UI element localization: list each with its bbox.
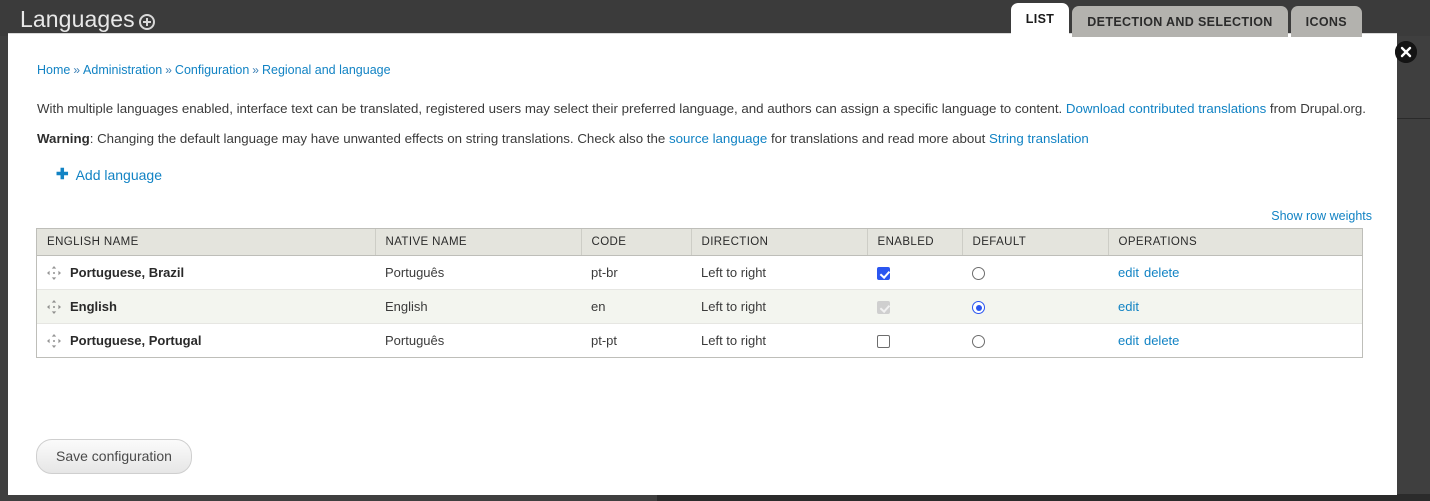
bottom-background-strip: [657, 494, 1430, 501]
cell-default: [962, 255, 1108, 291]
close-circle-icon: [1395, 41, 1417, 63]
drag-handle-icon[interactable]: [47, 299, 61, 314]
cell-native-name: Português: [385, 333, 445, 349]
cell-operations: edit delete: [1108, 324, 1362, 358]
breadcrumb-item-home[interactable]: Home: [37, 63, 70, 77]
tab-detection-and-selection[interactable]: DETECTION AND SELECTION: [1072, 6, 1288, 37]
languages-table: ENGLISH NAME NATIVE NAME CODE DIRECTION …: [37, 229, 1362, 358]
breadcrumb-separator: »: [165, 63, 172, 77]
breadcrumb-item-regional-and-language[interactable]: Regional and language: [262, 63, 391, 77]
column-header-enabled: ENABLED: [867, 229, 963, 256]
column-header-english-name: ENGLISH NAME: [37, 229, 376, 256]
plus-circle-icon[interactable]: [139, 14, 155, 30]
cell-direction: Left to right: [691, 289, 867, 325]
primary-tabs: LIST DETECTION AND SELECTION ICONS: [1010, 3, 1362, 37]
source-language-link[interactable]: source language: [669, 131, 767, 146]
breadcrumb-item-configuration[interactable]: Configuration: [175, 63, 249, 77]
cell-operations: edit delete: [1108, 255, 1362, 291]
table-row: Portuguese, Brazil Português pt-br Left …: [37, 255, 1362, 291]
cell-english-name: Portuguese, Brazil: [37, 255, 375, 291]
enabled-checkbox[interactable]: [877, 267, 890, 281]
column-header-native-name: NATIVE NAME: [375, 229, 582, 256]
cell-direction: Left to right: [701, 333, 767, 349]
language-name: Portuguese, Portugal: [70, 333, 202, 349]
breadcrumb: Home» Administration» Configuration» Region…: [37, 63, 391, 77]
table-header-row: ENGLISH NAME NATIVE NAME CODE DIRECTION …: [37, 229, 1362, 256]
edit-link[interactable]: edit: [1118, 299, 1139, 314]
cell-english-name: Portuguese, Portugal: [37, 324, 375, 358]
cell-operations: edit: [1108, 289, 1362, 325]
tab-icons[interactable]: ICONS: [1290, 6, 1362, 37]
breadcrumb-separator: »: [73, 63, 81, 77]
default-radio[interactable]: [972, 301, 985, 315]
edit-link[interactable]: edit: [1118, 265, 1139, 280]
languages-table-body: Portuguese, Brazil Português pt-br Left …: [37, 255, 1362, 358]
save-configuration-button[interactable]: Save configuration: [36, 439, 192, 474]
close-overlay-button[interactable]: [1395, 41, 1417, 63]
breadcrumb-separator: »: [252, 63, 259, 77]
intro-text-after: from Drupal.org.: [1266, 101, 1366, 116]
delete-link[interactable]: delete: [1144, 333, 1179, 348]
languages-table-container: ENGLISH NAME NATIVE NAME CODE DIRECTION …: [36, 228, 1363, 359]
show-row-weights-link[interactable]: Show row weights: [1271, 209, 1372, 223]
warning-paragraph: Warning: Changing the default language m…: [37, 130, 1089, 148]
warning-text-2: for translations and read more about: [767, 131, 990, 146]
table-row: English English en Left to right edit: [37, 289, 1362, 325]
breadcrumb-item-administration[interactable]: Administration: [83, 63, 162, 77]
tab-list[interactable]: LIST: [1010, 3, 1070, 37]
drag-handle-icon[interactable]: [47, 333, 61, 348]
page-title: Languages: [20, 6, 135, 32]
download-translations-link[interactable]: Download contributed translations: [1066, 101, 1266, 116]
cell-english-name: English: [37, 289, 375, 325]
table-row: Portuguese, Portugal Português pt-pt Lef…: [37, 323, 1362, 358]
column-header-code: CODE: [581, 229, 692, 256]
enabled-checkbox: [877, 301, 890, 315]
overlay-panel: Home» Administration» Configuration» Region…: [8, 33, 1397, 495]
cell-native-name: English: [375, 289, 581, 325]
column-header-default: DEFAULT: [962, 229, 1109, 256]
right-background-panel: [1397, 36, 1430, 501]
warning-text-1: : Changing the default language may have…: [89, 131, 669, 146]
drag-handle-icon[interactable]: [47, 265, 61, 280]
edit-link[interactable]: edit: [1118, 333, 1139, 348]
cell-direction: Left to right: [691, 255, 867, 291]
string-translation-link[interactable]: String translation: [989, 131, 1089, 146]
language-name: English: [70, 299, 117, 315]
cell-default: [962, 324, 1108, 358]
column-header-operations: OPERATIONS: [1108, 229, 1362, 256]
cell-default: [962, 289, 1108, 325]
right-panel-divider: [1397, 118, 1430, 119]
cell-code: pt-br: [581, 255, 691, 291]
enabled-checkbox[interactable]: [877, 335, 890, 349]
cell-native-name: Português: [375, 255, 581, 291]
plus-icon: ✚: [56, 165, 69, 183]
add-language-label: Add language: [75, 167, 162, 183]
warning-label: Warning: [37, 131, 90, 146]
add-language-link[interactable]: ✚ Add language: [56, 165, 162, 184]
default-radio[interactable]: [972, 335, 985, 349]
cell-enabled: [867, 255, 962, 291]
default-radio[interactable]: [972, 267, 985, 281]
language-name: Portuguese, Brazil: [70, 265, 185, 281]
delete-link[interactable]: delete: [1144, 265, 1179, 280]
cell-enabled: [867, 289, 962, 325]
column-header-direction: DIRECTION: [691, 229, 868, 256]
intro-text-before: With multiple languages enabled, interfa…: [37, 101, 1066, 116]
intro-paragraph: With multiple languages enabled, interfa…: [37, 100, 1366, 118]
cell-enabled: [867, 324, 962, 358]
cell-code: pt-pt: [591, 333, 618, 349]
cell-code: en: [581, 289, 691, 325]
